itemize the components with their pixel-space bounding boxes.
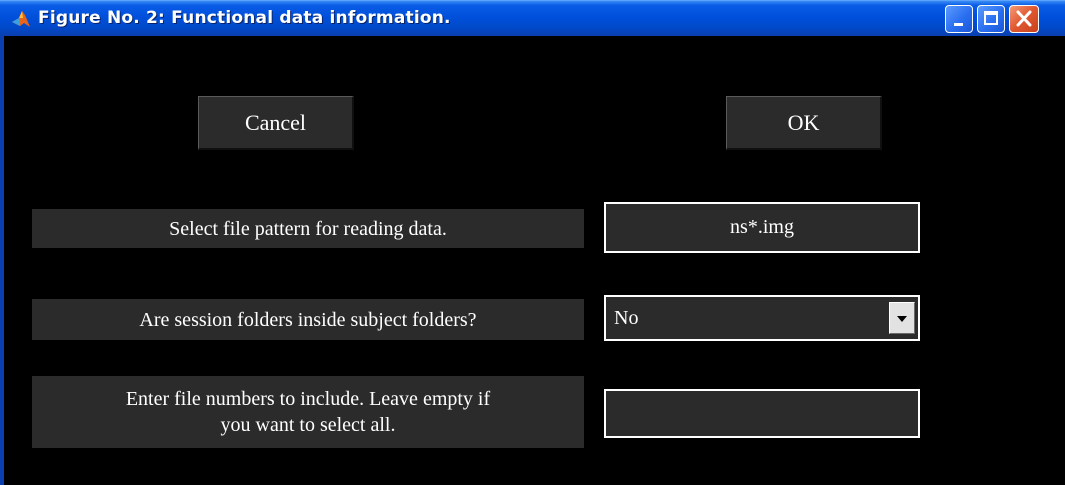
window-title: Figure No. 2: Functional data informatio… (38, 8, 451, 28)
minimize-button[interactable] (945, 5, 973, 33)
file-pattern-input[interactable] (604, 202, 920, 253)
close-icon (1016, 10, 1032, 27)
file-pattern-label: Select file pattern for reading data. (32, 209, 584, 248)
dropdown-arrow-button[interactable] (889, 302, 915, 334)
chevron-down-icon (897, 316, 907, 322)
window-border (0, 36, 4, 485)
cancel-button[interactable]: Cancel (198, 96, 354, 150)
file-numbers-label-text: Enter file numbers to include. Leave emp… (126, 386, 490, 438)
session-folders-selected: No (614, 307, 639, 329)
maximize-button[interactable] (977, 5, 1005, 33)
session-folders-dropdown[interactable]: No (604, 295, 920, 341)
file-numbers-label: Enter file numbers to include. Leave emp… (32, 376, 584, 448)
close-button[interactable] (1009, 5, 1039, 33)
minimize-icon (954, 23, 963, 26)
matlab-icon (12, 11, 30, 27)
file-numbers-input[interactable] (604, 389, 920, 438)
ok-button[interactable]: OK (726, 96, 882, 150)
session-folders-label: Are session folders inside subject folde… (32, 299, 584, 340)
maximize-icon (984, 11, 998, 25)
title-bar[interactable]: Figure No. 2: Functional data informatio… (0, 0, 1065, 36)
file-numbers-label-line2: you want to select all. (220, 414, 396, 436)
file-numbers-label-line1: Enter file numbers to include. Leave emp… (125, 388, 491, 410)
